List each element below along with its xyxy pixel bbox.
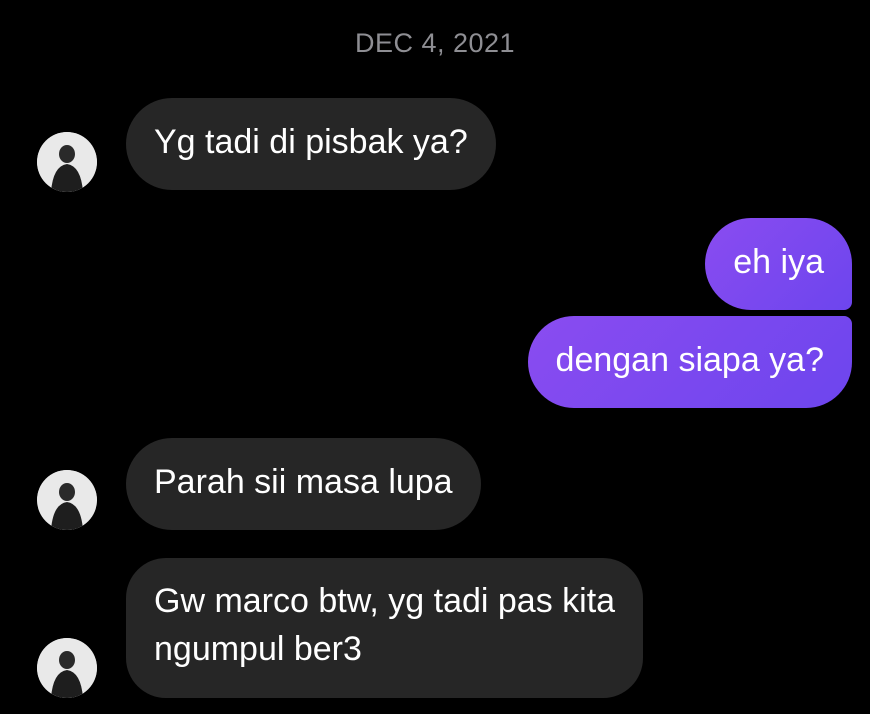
contact-avatar-icon[interactable] bbox=[37, 470, 97, 530]
message-bubble-incoming[interactable]: Parah sii masa lupa bbox=[126, 438, 481, 530]
message-text: eh iya bbox=[733, 243, 824, 281]
message-text: Yg tadi di pisbak ya? bbox=[154, 123, 468, 161]
message-bubble-incoming[interactable]: Gw marco btw, yg tadi pas kita ngumpul b… bbox=[126, 558, 644, 698]
message-text: dengan siapa ya? bbox=[555, 341, 824, 379]
chat-thread: DEC 4, 2021 Yg tadi di pisbak ya? eh iya… bbox=[0, 0, 870, 714]
contact-avatar-icon[interactable] bbox=[37, 132, 97, 192]
date-divider: DEC 4, 2021 bbox=[354, 28, 516, 58]
message-text-line-2: ngumpul ber3 bbox=[154, 630, 362, 668]
message-text: Parah sii masa lupa bbox=[154, 463, 453, 501]
contact-avatar-icon[interactable] bbox=[37, 638, 97, 698]
message-bubble-incoming[interactable]: Yg tadi di pisbak ya? bbox=[126, 98, 496, 190]
message-bubble-outgoing[interactable]: dengan siapa ya? bbox=[527, 316, 852, 408]
message-text-line-1: Gw marco btw, yg tadi pas kita bbox=[154, 582, 616, 620]
message-bubble-outgoing[interactable]: eh iya bbox=[705, 218, 852, 310]
